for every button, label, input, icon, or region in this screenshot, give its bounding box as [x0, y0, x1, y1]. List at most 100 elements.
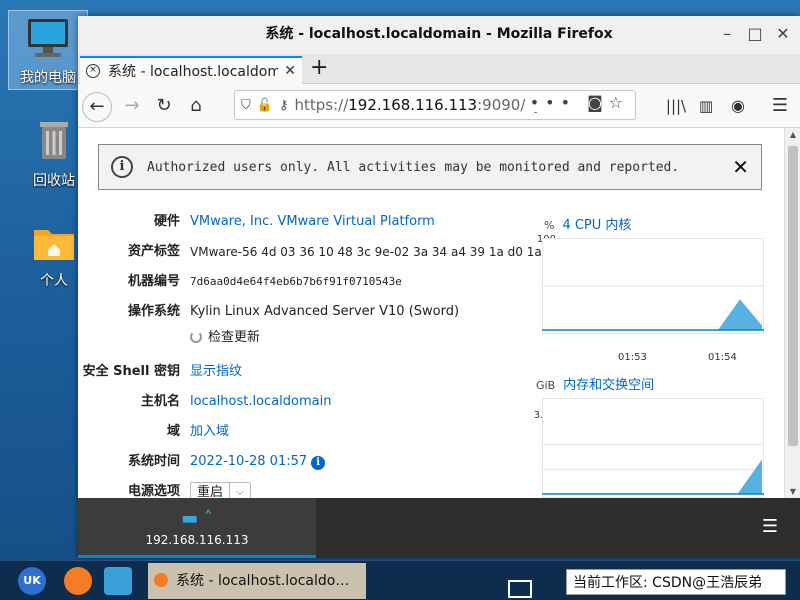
host-switcher[interactable]: ▬ ˄ 192.168.116.113	[78, 498, 316, 558]
maximize-button[interactable]: □	[744, 22, 766, 46]
pocket-icon[interactable]: ◙	[587, 93, 609, 112]
page-actions[interactable]: ••• ◙☆	[525, 93, 629, 112]
restart-button-group: 重启 ⌵	[190, 482, 251, 498]
tab-label: 系统 - localhost.localdomain	[108, 64, 279, 80]
shield-icon: ⛉	[241, 97, 251, 113]
firefox-window: 系统 - localhost.localdomain - Mozilla Fir…	[78, 16, 800, 558]
page-scrollbar[interactable]: ▲ ▼	[784, 128, 800, 498]
domain-label: 域	[166, 424, 180, 439]
insecure-lock-icon[interactable]: 🔓	[257, 98, 273, 113]
memory-unit: GiB	[536, 379, 556, 392]
os-row: 操作系统 Kylin Linux Advanced Server V10 (Swo…	[78, 302, 538, 322]
cpu-chart-title[interactable]: 4 CPU 内核	[562, 218, 631, 233]
time-row: 系统时间 2022-10-28 01:57 i	[78, 452, 538, 472]
asset-value: VMware-56 4d 03 36 10 48 3c 9e-02 3a 34 …	[190, 245, 542, 259]
desktop-icon-computer[interactable]: 我的电脑	[8, 10, 88, 90]
hostname-link[interactable]: localhost.localdomain	[190, 392, 331, 412]
taskbar-window-button[interactable]: 系统 - localhost.localdo…	[148, 563, 366, 599]
restart-button[interactable]: 重启	[191, 483, 229, 498]
join-domain-link[interactable]: 加入域	[190, 422, 229, 442]
chart-frame	[542, 398, 764, 498]
check-updates-label: 检查更新	[208, 330, 261, 345]
hardware-row: 硬件 VMware, Inc. VMware Virtual Platform	[78, 212, 538, 232]
back-button[interactable]: ←	[82, 92, 112, 122]
asset-row: 资产标签 VMware-56 4d 03 36 10 48 3c 9e-02 3a…	[78, 242, 542, 262]
hamburger-menu-icon[interactable]: ☰	[762, 516, 778, 537]
power-controls: 重启 ⌵	[190, 482, 251, 498]
url-scheme: https://	[294, 96, 349, 114]
forward-button[interactable]: →	[118, 92, 146, 120]
window-close-button[interactable]: ✕	[772, 22, 794, 46]
home-folder-icon	[34, 230, 74, 260]
system-time-link[interactable]: 2022-10-28 01:57	[190, 454, 307, 469]
taskbar-window-label: 系统 - localhost.localdo…	[176, 573, 350, 589]
nav-toolbar: ← → ↻ ⌂ ⛉ 🔓 ⚷ https://192.168.116.113:90…	[78, 84, 800, 128]
firefox-launcher-icon[interactable]	[64, 567, 92, 595]
power-label: 电源选项	[127, 484, 180, 498]
show-fingerprints-link[interactable]: 显示指纹	[190, 362, 242, 382]
check-updates[interactable]: 检查更新	[190, 328, 260, 348]
cpu-xtick: 01:54	[708, 352, 737, 363]
cpu-chart	[542, 238, 764, 334]
tab-close-button[interactable]: ✕	[284, 63, 296, 79]
scroll-up-icon[interactable]: ▲	[785, 130, 800, 139]
domain-row: 域加入域	[78, 422, 538, 442]
hardware-link[interactable]: VMware, Inc. VMware Virtual Platform	[190, 212, 435, 232]
scroll-thumb[interactable]	[788, 146, 798, 446]
asset-label: 资产标签	[127, 244, 180, 259]
hostname-row: 主机名 localhost.localdomain	[78, 392, 538, 412]
spinner-icon	[190, 331, 202, 343]
scroll-down-icon[interactable]: ▼	[785, 487, 800, 496]
ssh-row: 安全 Shell 密钥 显示指纹	[78, 362, 538, 382]
cockpit-favicon-icon: ×	[86, 64, 100, 78]
info-icon: i	[111, 156, 133, 178]
banner-close-button[interactable]: ✕	[732, 155, 749, 179]
taskbar: UK 系统 - localhost.localdo… 当前工作区: CSDN@王…	[0, 560, 800, 600]
window-titlebar[interactable]: 系统 - localhost.localdomain - Mozilla Fir…	[78, 16, 800, 54]
bookmark-star-icon[interactable]: ☆	[609, 93, 629, 112]
host-name: 192.168.116.113	[145, 533, 249, 547]
os-value: Kylin Linux Advanced Server V10 (Sword)	[190, 304, 460, 319]
tab-bar: × 系统 - localhost.localdomain ✕ +	[78, 54, 800, 84]
power-dropdown-button[interactable]: ⌵	[229, 483, 250, 498]
time-value-wrap: 2022-10-28 01:57 i	[190, 452, 326, 472]
banner-text: Authorized users only. All activities ma…	[147, 159, 680, 175]
url-host: 192.168.116.113	[348, 96, 478, 114]
memory-chart-header: GiB 内存和交换空间	[536, 374, 654, 393]
ssh-label: 安全 Shell 密钥	[82, 364, 180, 379]
firefox-icon	[154, 573, 168, 587]
tab-system[interactable]: × 系统 - localhost.localdomain ✕	[80, 56, 302, 84]
memory-chart	[542, 398, 764, 498]
time-label: 系统时间	[127, 454, 180, 469]
reload-button[interactable]: ↻	[150, 92, 178, 120]
hostname-label: 主机名	[140, 394, 180, 409]
sidebar-icon[interactable]: ▥	[692, 92, 720, 120]
machine-id-label: 机器编号	[127, 274, 180, 289]
memory-chart-title[interactable]: 内存和交换空间	[563, 378, 654, 393]
hardware-label: 硬件	[153, 214, 180, 229]
computer-icon	[28, 19, 68, 57]
os-label: 操作系统	[127, 304, 180, 319]
desktop-icon-label: 我的电脑	[20, 70, 76, 86]
home-button[interactable]: ⌂	[182, 92, 210, 120]
new-tab-button[interactable]: +	[310, 54, 328, 82]
minimize-button[interactable]: –	[716, 22, 738, 46]
window-title: 系统 - localhost.localdomain - Mozilla Fir…	[265, 26, 613, 42]
file-manager-launcher-icon[interactable]	[104, 567, 132, 595]
cockpit-content: i Authorized users only. All activities …	[78, 128, 800, 498]
account-icon[interactable]: ◉	[724, 92, 752, 120]
cpu-chart-header: % 4 CPU 内核	[544, 214, 631, 233]
key-icon[interactable]: ⚷	[279, 98, 289, 113]
start-menu-button[interactable]: UK	[18, 567, 46, 595]
app-menu-icon[interactable]: ☰	[766, 92, 794, 120]
library-icon[interactable]: |||\	[662, 92, 690, 120]
workspace-tooltip: 当前工作区: CSDN@王浩辰弟	[566, 569, 786, 595]
workspace-switcher[interactable]	[508, 580, 532, 598]
power-row: 电源选项 重启 ⌵	[78, 482, 538, 498]
url-bar[interactable]: ⛉ 🔓 ⚷ https://192.168.116.113:9090/syste…	[234, 90, 636, 120]
page-actions-menu-icon[interactable]: •••	[530, 93, 587, 112]
login-banner: i Authorized users only. All activities …	[98, 144, 762, 190]
trash-icon	[40, 122, 68, 159]
updates-row: 检查更新	[78, 328, 538, 348]
ntp-info-icon[interactable]: i	[311, 456, 326, 470]
